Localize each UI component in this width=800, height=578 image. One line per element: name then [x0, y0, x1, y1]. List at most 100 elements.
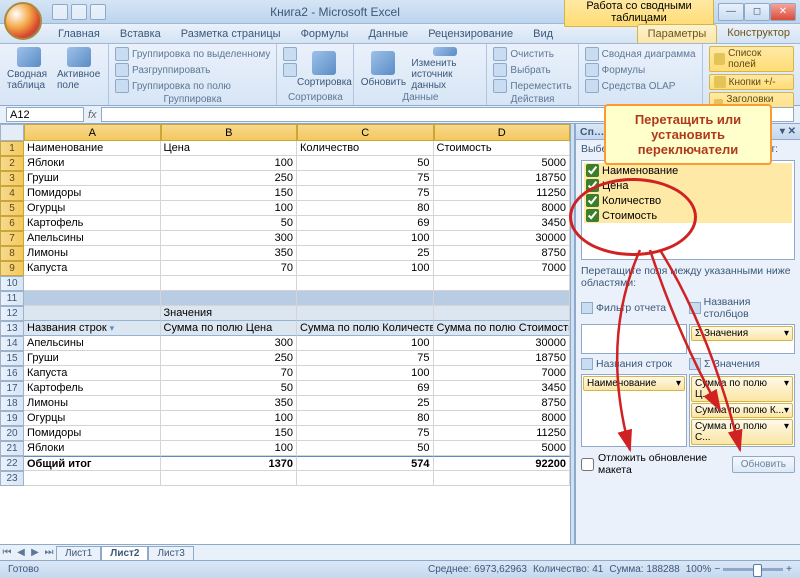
checkbox[interactable] [586, 194, 599, 207]
cell[interactable]: 25 [297, 246, 434, 261]
office-button[interactable] [4, 2, 42, 40]
row-header[interactable]: 1 [0, 141, 24, 156]
cell[interactable]: 75 [297, 171, 434, 186]
zoom-slider[interactable] [723, 568, 783, 571]
tab-data[interactable]: Данные [358, 25, 418, 43]
cell[interactable] [24, 276, 161, 291]
sort-button[interactable]: Сортировка [301, 46, 347, 92]
cell[interactable]: 7000 [434, 261, 571, 276]
cell[interactable]: 3450 [434, 216, 571, 231]
cell[interactable]: 150 [161, 426, 298, 441]
cell[interactable] [297, 276, 434, 291]
row-header[interactable]: 11 [0, 291, 24, 306]
row-header[interactable]: 19 [0, 411, 24, 426]
area-cols[interactable]: Σ Значения [689, 324, 795, 354]
row-header[interactable]: 12 [0, 306, 24, 321]
cell[interactable]: Лимоны [24, 246, 161, 261]
cell[interactable]: Общий итог [24, 456, 161, 471]
cell[interactable]: Огурцы [24, 411, 161, 426]
cell[interactable]: 100 [161, 411, 298, 426]
cell[interactable] [434, 471, 571, 486]
tab-insert[interactable]: Вставка [110, 25, 171, 43]
row-header[interactable]: 23 [0, 471, 24, 486]
col-C[interactable]: C [297, 124, 434, 141]
sheet-tab-1[interactable]: Лист1 [56, 546, 101, 560]
fx-icon[interactable]: fx [88, 109, 97, 121]
cell[interactable]: Наименование [24, 141, 161, 156]
row-header[interactable]: 9 [0, 261, 24, 276]
cell[interactable]: Груши [24, 171, 161, 186]
cell[interactable]: 69 [297, 381, 434, 396]
cell[interactable]: 8000 [434, 201, 571, 216]
update-button[interactable]: Обновить [732, 456, 795, 473]
tab-view[interactable]: Вид [523, 25, 563, 43]
cell[interactable] [24, 471, 161, 486]
tab-formulas[interactable]: Формулы [291, 25, 359, 43]
value-pill[interactable]: Сумма по полю С... [691, 419, 793, 445]
cell[interactable]: Количество [297, 141, 434, 156]
cell[interactable]: 8000 [434, 411, 571, 426]
cell[interactable]: 350 [161, 396, 298, 411]
cell[interactable]: 70 [161, 366, 298, 381]
close-button[interactable]: ✕ [770, 3, 796, 21]
cell[interactable]: 100 [161, 156, 298, 171]
cell[interactable]: 75 [297, 426, 434, 441]
tab-layout[interactable]: Разметка страницы [171, 25, 291, 43]
field-name[interactable]: Наименование [584, 163, 792, 178]
cell[interactable]: 100 [161, 441, 298, 456]
value-pill[interactable]: Сумма по полю К... [691, 403, 793, 418]
checkbox[interactable] [586, 209, 599, 222]
cell[interactable]: 80 [297, 411, 434, 426]
cell[interactable]: 18750 [434, 351, 571, 366]
row-header[interactable]: 22 [0, 456, 24, 471]
cell[interactable] [24, 306, 161, 321]
col-values-pill[interactable]: Σ Значения [691, 326, 793, 341]
value-pill[interactable]: Сумма по полю Ц... [691, 376, 793, 402]
row-header[interactable]: 7 [0, 231, 24, 246]
row-name-pill[interactable]: Наименование [583, 376, 685, 391]
cell[interactable]: 11250 [434, 186, 571, 201]
minimize-button[interactable]: — [718, 3, 744, 21]
qat-save-icon[interactable] [52, 4, 68, 20]
cell[interactable]: Цена [161, 141, 298, 156]
fieldpane-close-icon[interactable]: ▾ ✕ [780, 126, 796, 137]
worksheet[interactable]: A B C D 1НаименованиеЦенаКоличествоСтоим… [0, 124, 570, 544]
cell[interactable]: Сумма по полю Стоимость [434, 321, 571, 336]
cell[interactable]: Апельсины [24, 336, 161, 351]
area-filter[interactable] [581, 324, 687, 354]
cell[interactable]: 30000 [434, 231, 571, 246]
nav-prev[interactable]: ◀ [14, 547, 28, 558]
cell[interactable]: 300 [161, 231, 298, 246]
cell[interactable]: Лимоны [24, 396, 161, 411]
cell[interactable]: 100 [297, 366, 434, 381]
cell[interactable]: Картофель [24, 381, 161, 396]
row-header[interactable]: 8 [0, 246, 24, 261]
cell[interactable]: 80 [297, 201, 434, 216]
cell[interactable]: 300 [161, 336, 298, 351]
cell[interactable]: Стоимость [434, 141, 571, 156]
cell[interactable]: 50 [297, 441, 434, 456]
buttons-toggle[interactable]: Кнопки +/- [709, 74, 794, 90]
move[interactable]: Переместить [493, 78, 571, 94]
cell[interactable] [434, 276, 571, 291]
cell[interactable] [161, 276, 298, 291]
cell[interactable]: 350 [161, 246, 298, 261]
row-header[interactable]: 21 [0, 441, 24, 456]
cell[interactable]: 150 [161, 186, 298, 201]
select-all-triangle[interactable] [0, 124, 24, 141]
row-header[interactable]: 18 [0, 396, 24, 411]
nav-next[interactable]: ▶ [28, 547, 42, 558]
cell[interactable]: 250 [161, 171, 298, 186]
cell[interactable]: 5000 [434, 156, 571, 171]
qat-undo-icon[interactable] [71, 4, 87, 20]
cell[interactable]: Картофель [24, 216, 161, 231]
row-header[interactable]: 4 [0, 186, 24, 201]
group-field[interactable]: Группировка по полю [115, 78, 270, 94]
cell[interactable]: 250 [161, 351, 298, 366]
cell[interactable]: 69 [297, 216, 434, 231]
cell[interactable]: 1370 [161, 456, 298, 471]
cell[interactable]: 574 [297, 456, 434, 471]
cell[interactable]: 50 [161, 216, 298, 231]
row-header[interactable]: 16 [0, 366, 24, 381]
tab-design[interactable]: Конструктор [717, 24, 800, 43]
